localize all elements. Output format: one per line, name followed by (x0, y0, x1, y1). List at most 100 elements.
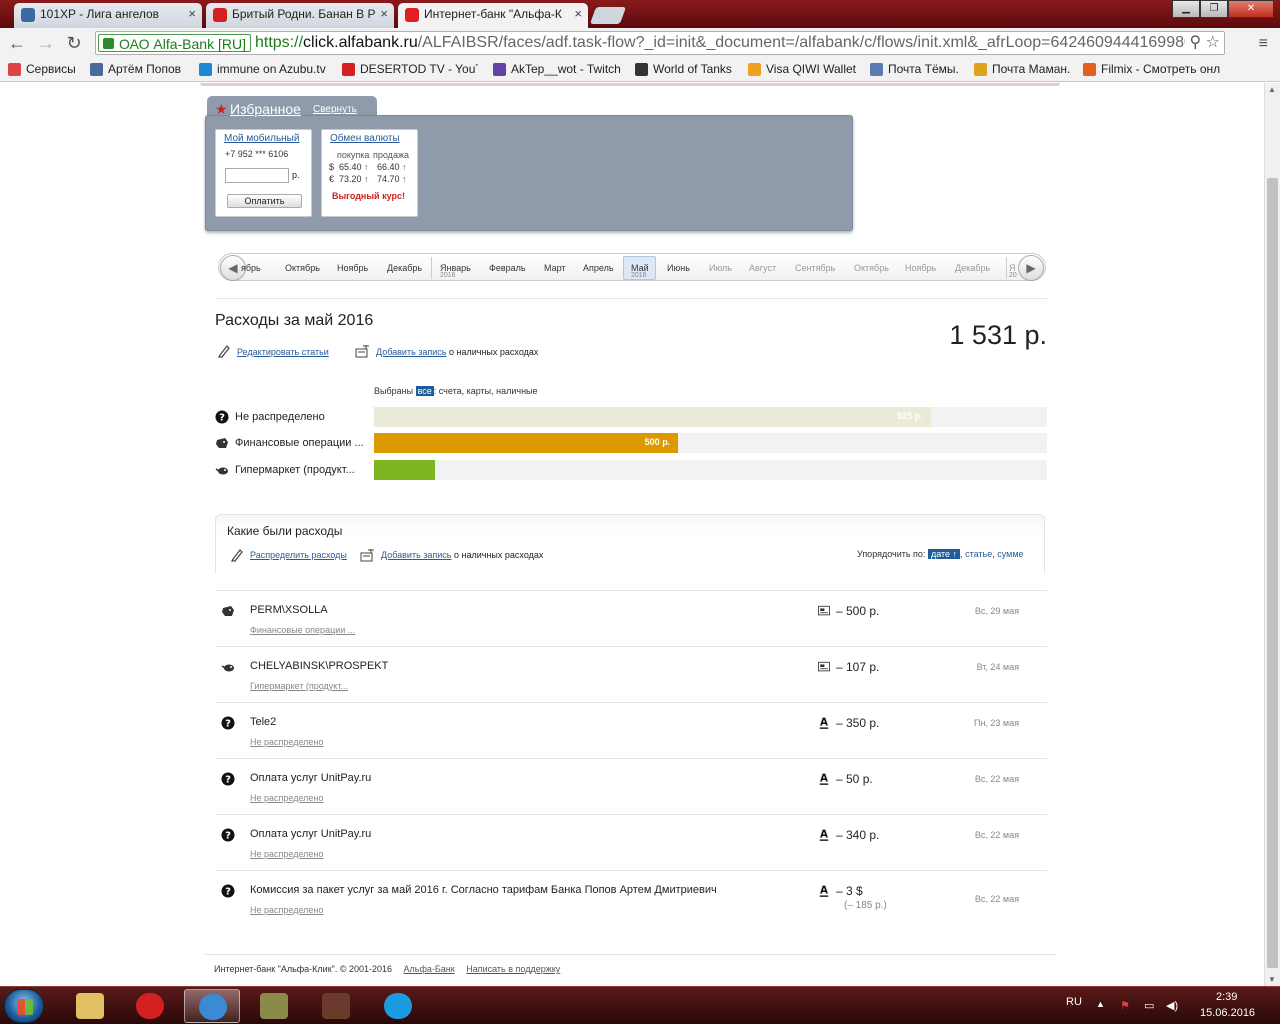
browser-tab[interactable]: 101XP - Лига ангелов × (14, 3, 202, 28)
transaction-row[interactable]: CHELYABINSK\PROSPEKT Гипермаркет (продукт… (215, 646, 1047, 702)
bookmark-item[interactable]: DESERTOD TV - YouTu (342, 62, 478, 76)
month-item[interactable]: Декабрь (955, 263, 990, 273)
bookmark-item[interactable]: Артём Попов (90, 62, 181, 76)
month-item[interactable]: Июнь (667, 263, 690, 273)
question-icon: ? (221, 828, 235, 842)
month-item[interactable]: Январь 2016 (440, 263, 471, 279)
maximize-button[interactable]: ❐ (1200, 0, 1228, 18)
month-item[interactable]: Октябрь (854, 263, 889, 273)
taskbar-explorer-button[interactable] (62, 989, 118, 1023)
omnibox-search-star-icons[interactable]: ⚲ ☆ (1185, 32, 1224, 54)
edit-categories-link[interactable]: Редактировать статьи (237, 347, 329, 357)
bookmark-item[interactable]: Сервисы (8, 62, 76, 76)
taskbar-opera-button[interactable] (122, 989, 178, 1023)
month-item[interactable]: Сентябрь (795, 263, 835, 273)
pay-button[interactable]: Оплатить (227, 194, 302, 208)
next-month-button[interactable]: ▶ (1018, 255, 1044, 281)
category-bar[interactable] (374, 460, 435, 480)
footer-bank-link[interactable]: Альфа-Банк (404, 964, 455, 974)
footer-support-link[interactable]: Написать в поддержку (466, 964, 560, 974)
exchange-card-title[interactable]: Обмен валюты (330, 133, 400, 144)
sort-by-date[interactable]: дате ↑ (927, 549, 961, 559)
azubu-icon (199, 63, 212, 76)
month-item[interactable]: Ноябрь (905, 263, 936, 273)
month-item[interactable]: ябрь (241, 263, 261, 273)
taskbar-chrome-button[interactable] (184, 989, 240, 1023)
page-scrollbar[interactable]: ▲ ▼ (1264, 83, 1280, 986)
transaction-category-link[interactable]: Финансовые операции ... (250, 625, 355, 635)
bookmark-item[interactable]: Почта Маман. (974, 62, 1070, 76)
month-item[interactable]: Октябрь (285, 263, 320, 273)
browser-tab-active[interactable]: Интернет-банк "Альфа-К × (398, 3, 588, 28)
reload-icon[interactable]: ↻ (64, 33, 84, 53)
distribute-expenses-link[interactable]: Распределить расходы (250, 550, 347, 560)
action-center-icon[interactable]: ⚑ (1120, 999, 1130, 1012)
good-rate-label[interactable]: Выгодный курс! (332, 191, 405, 201)
scroll-down-icon[interactable]: ▼ (1268, 975, 1276, 984)
close-window-button[interactable]: ✕ (1228, 0, 1274, 18)
taskbar-game2-button[interactable] (308, 989, 364, 1023)
scroll-thumb[interactable] (1267, 178, 1278, 968)
bookmark-item[interactable]: Filmix - Смотреть онл (1083, 62, 1233, 76)
svg-text:?: ? (219, 413, 225, 424)
ev-certificate-badge[interactable]: ОАО Alfa-Bank [RU] (98, 34, 251, 52)
month-item[interactable]: Февраль (489, 263, 526, 273)
transaction-category-link[interactable]: Не распределено (250, 793, 323, 803)
scroll-up-icon[interactable]: ▲ (1268, 85, 1276, 94)
add-record-link[interactable]: Добавить запись (376, 347, 447, 357)
network-icon[interactable]: ▭ (1144, 999, 1154, 1012)
transaction-row[interactable]: ? Оплата услуг UnitPay.ru Не распределено A… (215, 758, 1047, 814)
month-item[interactable]: Я 20 (1009, 263, 1017, 279)
month-label: ябрь (241, 263, 261, 273)
volume-icon[interactable]: ◀) (1166, 999, 1178, 1012)
payment-amount-input[interactable] (225, 168, 289, 183)
transaction-category-link[interactable]: Не распределено (250, 849, 323, 859)
favorites-title[interactable]: Избранное (230, 101, 301, 117)
bookmark-item[interactable]: World of Tanks (635, 62, 732, 76)
selected-all-badge[interactable]: все (415, 386, 434, 396)
month-item[interactable]: Апрель (583, 263, 614, 273)
sort-by-sum[interactable]: сумме (997, 549, 1023, 559)
month-item[interactable]: Ноябрь (337, 263, 368, 273)
clock-date[interactable]: 15.06.2016 (1200, 1007, 1255, 1019)
tab-close-icon[interactable]: × (380, 6, 388, 21)
sort-by-category[interactable]: статье (965, 549, 992, 559)
bookmark-item[interactable]: AkTep__wot - Twitch (493, 62, 621, 76)
language-indicator[interactable]: RU (1066, 996, 1082, 1008)
transaction-category-link[interactable]: Гипермаркет (продукт... (250, 681, 348, 691)
month-item[interactable]: Декабрь (387, 263, 422, 273)
address-bar[interactable]: ОАО Alfa-Bank [RU] https://click.alfaban… (95, 31, 1225, 55)
bookmark-item[interactable]: Почта Тёмы. (870, 62, 959, 76)
category-bar[interactable]: 500 р. (374, 433, 679, 453)
new-tab-button[interactable] (589, 7, 627, 24)
forward-icon[interactable]: → (36, 33, 56, 53)
favorites-collapse-link[interactable]: Свернуть (313, 104, 357, 115)
browser-tab[interactable]: Бритый Родни. Банан В Р × (206, 3, 394, 28)
clock-time[interactable]: 2:39 (1216, 991, 1237, 1003)
mobile-card-title[interactable]: Мой мобильный (224, 133, 299, 144)
tab-close-icon[interactable]: × (574, 6, 582, 21)
bookmark-item[interactable]: immune on Azubu.tv (199, 62, 326, 76)
minimize-button[interactable]: ▁ (1172, 0, 1200, 18)
tray-expand-icon[interactable]: ▲ (1096, 999, 1105, 1009)
browser-menu-icon[interactable]: ≡ (1259, 35, 1268, 53)
add-record-link[interactable]: Добавить запись (381, 550, 452, 560)
transaction-category-link[interactable]: Не распределено (250, 905, 323, 915)
category-bar[interactable]: 925 р. (374, 407, 931, 427)
transaction-row[interactable]: ? Комиссия за пакет услуг за май 2016 г. … (215, 870, 1047, 926)
bookmark-item[interactable]: Visa QIWI Wallet (748, 62, 856, 76)
month-item[interactable]: Июль (709, 263, 732, 273)
transaction-category-link[interactable]: Не распределено (250, 737, 323, 747)
tab-close-icon[interactable]: × (188, 6, 196, 21)
start-button[interactable] (4, 989, 44, 1023)
transaction-row[interactable]: PERM\XSOLLA Финансовые операции ... – 500 … (215, 590, 1047, 646)
taskbar-skype-button[interactable] (370, 989, 426, 1023)
month-item[interactable]: Май 2016 (631, 263, 649, 279)
transaction-row[interactable]: ? Tele2 Не распределено A – 350 р. Пн, 23 мая (215, 702, 1047, 758)
back-icon[interactable]: ← (7, 33, 27, 53)
transaction-row[interactable]: ? Оплата услуг UnitPay.ru Не распределено A… (215, 814, 1047, 870)
month-item[interactable]: Март (544, 263, 566, 273)
month-item[interactable]: Август (749, 263, 776, 273)
taskbar-game-button[interactable] (246, 989, 302, 1023)
filmix-icon (1083, 63, 1096, 76)
